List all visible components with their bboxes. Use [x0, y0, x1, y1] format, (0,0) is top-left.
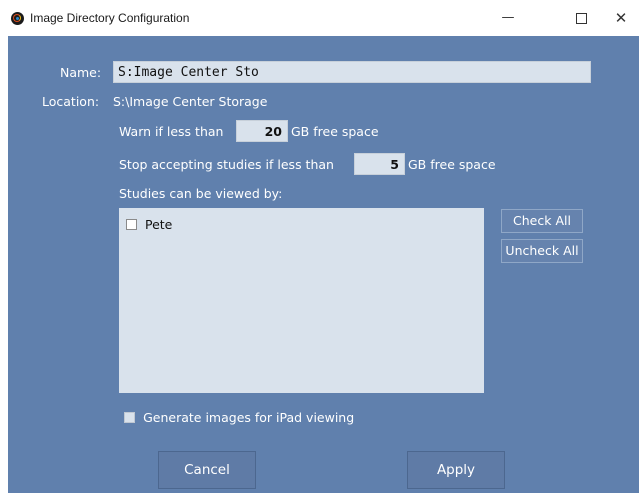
- ipad-label: Generate images for iPad viewing: [143, 410, 355, 425]
- stop-suffix-label: GB free space: [408, 157, 496, 172]
- app-logo-icon: [11, 12, 24, 25]
- ipad-option[interactable]: Generate images for iPad viewing: [124, 407, 354, 426]
- uncheck-all-button[interactable]: Uncheck All: [501, 239, 583, 263]
- minimize-button[interactable]: —: [493, 8, 523, 28]
- stop-prefix-label: Stop accepting studies if less than: [119, 157, 334, 172]
- studies-label: Studies can be viewed by:: [119, 186, 283, 201]
- name-label: Name:: [60, 65, 102, 80]
- list-item[interactable]: Pete: [126, 217, 172, 232]
- name-input[interactable]: S:Image Center Sto: [113, 61, 591, 83]
- maximize-icon: [575, 13, 587, 24]
- dialog-window: Image Directory Configuration — ✕ Name: …: [0, 0, 639, 493]
- location-label: Location:: [42, 94, 100, 109]
- user-list[interactable]: Pete: [119, 208, 484, 393]
- warn-prefix-label: Warn if less than: [119, 124, 224, 139]
- window-title: Image Directory Configuration: [30, 11, 190, 25]
- title-bar[interactable]: Image Directory Configuration — ✕: [0, 0, 639, 36]
- warn-suffix-label: GB free space: [291, 124, 379, 139]
- close-button[interactable]: ✕: [606, 8, 636, 28]
- warn-threshold-input[interactable]: 20: [236, 120, 288, 142]
- cancel-button[interactable]: Cancel: [158, 451, 256, 489]
- stop-threshold-input[interactable]: 5: [354, 153, 405, 175]
- apply-button[interactable]: Apply: [407, 451, 505, 489]
- maximize-button[interactable]: [566, 8, 596, 28]
- user-checkbox[interactable]: [126, 219, 137, 230]
- user-name: Pete: [144, 217, 173, 232]
- location-value: S:\Image Center Storage: [113, 94, 268, 109]
- ipad-checkbox[interactable]: [124, 412, 135, 423]
- check-all-button[interactable]: Check All: [501, 209, 583, 233]
